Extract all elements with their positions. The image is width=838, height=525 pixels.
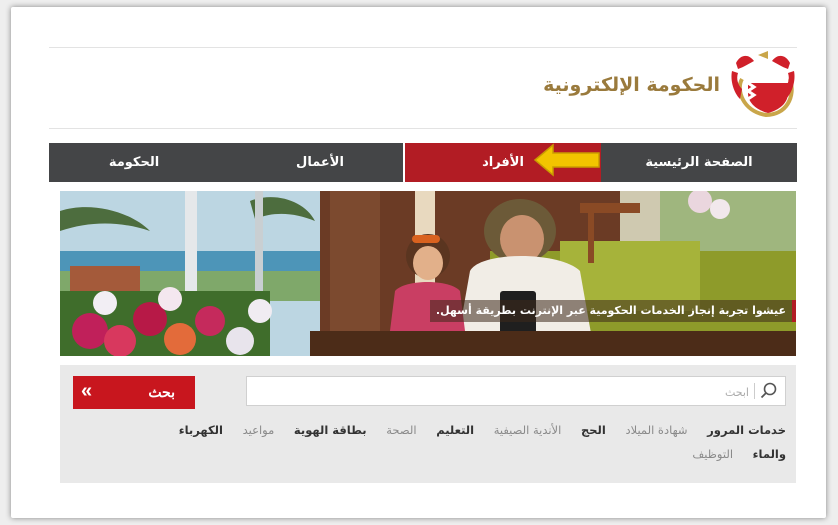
search-box: [246, 376, 786, 406]
quick-link-water[interactable]: والماء: [753, 444, 786, 464]
search-button[interactable]: « بحث: [73, 376, 195, 409]
hero-photo: [60, 191, 796, 356]
nav-item-business[interactable]: الأعمال: [235, 143, 405, 182]
quick-link-education[interactable]: التعليم: [436, 420, 474, 440]
site-logo-text[interactable]: الحكومة الإلكترونية: [520, 70, 720, 100]
hero-caption: عيشوا تجربة إنجاز الخدمات الحكومية عبر ا…: [429, 300, 792, 322]
quick-links-row-1: خدمات المرور شهادة الميلاد الحج الأندية …: [66, 420, 786, 440]
search-separator: [754, 383, 755, 399]
highlight-arrow-icon: [533, 143, 600, 177]
quick-links-row-2: والماء التوظيف: [66, 444, 786, 464]
search-button-label: بحث: [148, 384, 175, 400]
header-divider: [49, 128, 797, 129]
quick-link-hajj[interactable]: الحج: [581, 420, 606, 440]
hero-banner: عيشوا تجربة إنجاز الخدمات الحكومية عبر ا…: [60, 191, 796, 356]
search-panel: « بحث خدمات المرور شهادة الميلاد الحج ال…: [60, 365, 796, 483]
nav-item-home[interactable]: الصفحة الرئيسية: [601, 143, 797, 182]
quick-link-birth-certificate[interactable]: شهادة الميلاد: [625, 420, 687, 440]
main-navigation: الصفحة الرئيسية الأفراد الأعمال الحكومة: [49, 143, 797, 182]
hero-caption-accent: [792, 300, 796, 322]
nav-item-government[interactable]: الحكومة: [69, 143, 199, 182]
quick-link-employment[interactable]: التوظيف: [692, 444, 733, 464]
quick-link-id-card[interactable]: بطاقة الهوية: [294, 420, 367, 440]
bahrain-emblem-icon[interactable]: [728, 49, 798, 119]
quick-link-traffic[interactable]: خدمات المرور: [707, 420, 786, 440]
search-input[interactable]: [267, 380, 751, 404]
double-chevron-left-icon: «: [81, 380, 93, 402]
quick-link-summer-clubs[interactable]: الأندية الصيفية: [494, 420, 562, 440]
search-icon[interactable]: [759, 381, 779, 401]
quick-link-appointments[interactable]: مواعيد: [243, 420, 275, 440]
quick-link-electricity[interactable]: الكهرباء: [179, 420, 223, 440]
top-divider: [49, 47, 797, 48]
quick-link-health[interactable]: الصحة: [386, 420, 416, 440]
